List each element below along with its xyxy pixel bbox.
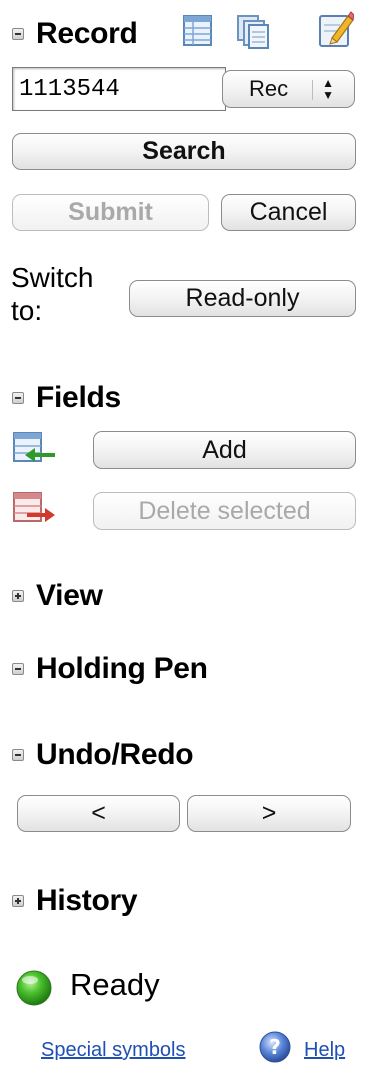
redo-button[interactable]: > [187,795,351,832]
undo-redo-section-header[interactable]: Undo/Redo [12,738,194,772]
help-link[interactable]: Help [304,1039,345,1062]
holding-pen-section-header[interactable]: Holding Pen [12,652,208,686]
ready-icon [15,969,53,1007]
add-field-icon[interactable] [13,431,59,469]
undo-button[interactable]: < [17,795,180,832]
table-icon[interactable] [182,14,214,48]
cancel-button[interactable]: Cancel [221,194,356,231]
copy-icon[interactable] [236,14,270,50]
expand-icon[interactable] [12,895,24,907]
add-field-button[interactable]: Add [93,431,356,469]
holding-pen-title: Holding Pen [36,652,208,685]
read-only-button[interactable]: Read-only [129,280,356,317]
delete-field-icon[interactable] [13,491,59,529]
record-type-select-value: Rec [249,76,289,101]
fields-title: Fields [36,381,121,414]
record-type-select[interactable]: Rec ▲ ▼ [222,70,355,108]
record-title: Record [36,17,138,50]
collapse-icon[interactable] [12,663,24,675]
special-symbols-link[interactable]: Special symbols [41,1039,186,1062]
delete-selected-button[interactable]: Delete selected [93,492,356,530]
history-section-header[interactable]: History [12,884,138,918]
svg-text:?: ? [269,1035,281,1059]
undo-redo-title: Undo/Redo [36,738,194,771]
collapse-icon[interactable] [12,28,24,40]
help-icon[interactable]: ? [258,1030,292,1064]
edit-icon[interactable] [318,10,355,48]
record-id-input[interactable] [12,67,226,111]
switch-to-label: Switch to: [11,262,94,326]
view-section-header[interactable]: View [12,579,103,613]
expand-icon[interactable] [12,590,24,602]
chevron-updown-icon: ▲ ▼ [322,76,334,102]
view-title: View [36,579,103,612]
history-title: History [36,884,138,917]
collapse-icon[interactable] [12,749,24,761]
collapse-icon[interactable] [12,392,24,404]
submit-button[interactable]: Submit [12,194,209,231]
fields-section-header[interactable]: Fields [12,381,121,415]
status-text: Ready [70,967,160,1002]
record-section-header[interactable]: Record [12,17,138,51]
search-button[interactable]: Search [12,133,356,170]
select-divider [312,80,313,100]
